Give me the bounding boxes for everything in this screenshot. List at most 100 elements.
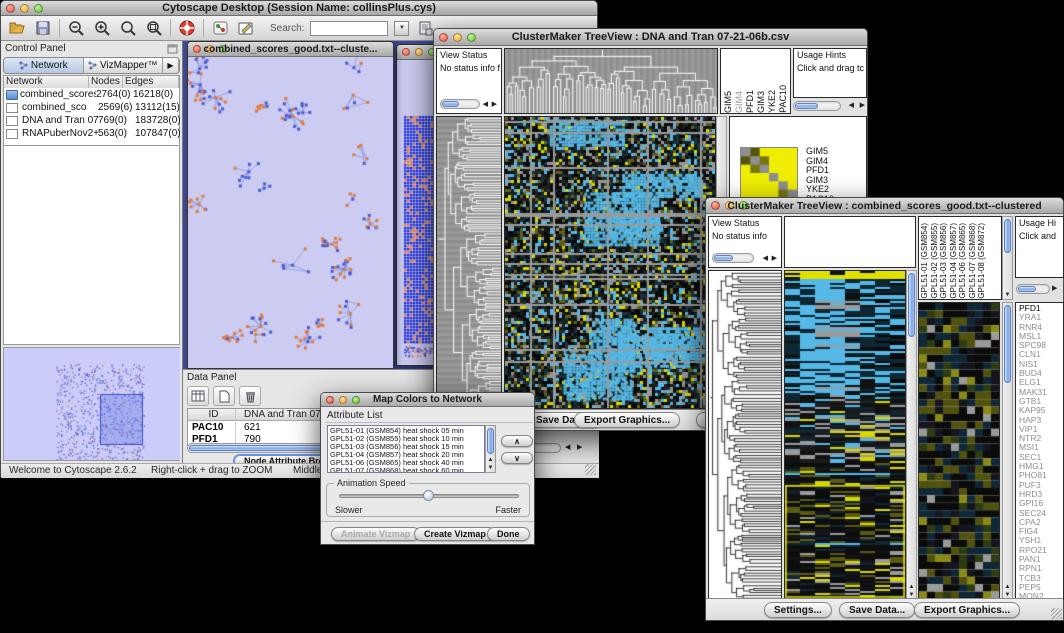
scroll-right-icon[interactable]: ▶ xyxy=(1052,284,1058,294)
close-button[interactable] xyxy=(402,48,410,56)
scrollbar-thumb[interactable] xyxy=(487,428,494,454)
scroll-left-icon[interactable]: ◀ xyxy=(763,254,769,264)
scrollbar-thumb[interactable] xyxy=(1004,219,1011,253)
done-button[interactable]: Done xyxy=(487,527,530,541)
network-tree-row[interactable]: DNA and Tran 07 769(0) 183728(0) xyxy=(4,114,179,127)
scroll-up-icon[interactable]: ▲ xyxy=(907,584,916,591)
view-status-hscrollbar[interactable] xyxy=(712,253,754,263)
scroll-right-icon[interactable]: ▶ xyxy=(860,101,866,111)
network-tree-row[interactable]: RNAPuberNov2+| 563(0) 107847(0) xyxy=(4,127,179,140)
new-attribute-icon[interactable] xyxy=(213,386,235,406)
zoom-heatmap-thumbnail[interactable] xyxy=(740,147,798,199)
open-folder-icon[interactable] xyxy=(7,19,27,37)
annotation-icon[interactable] xyxy=(236,19,256,37)
zoom-heatmap-panel[interactable] xyxy=(918,302,1000,600)
scroll-left-icon[interactable]: ◀ xyxy=(849,101,855,111)
network-tree-row[interactable]: combined_sco 2569(6) 13112(15) xyxy=(4,101,179,114)
treeview2-titlebar[interactable]: ClusterMaker TreeView : combined_scores_… xyxy=(706,198,1063,214)
scroll-left-icon[interactable]: ◀ xyxy=(483,100,489,110)
column-labels-panel: GPL51-01 (GSM854)GPL51-02 (GSM855)GPL51-… xyxy=(918,216,1002,300)
heatmap-panel[interactable] xyxy=(504,116,716,409)
tab[interactable]: VizMapper™ xyxy=(84,58,164,73)
create-vizmap-button[interactable]: Create Vizmap xyxy=(414,527,496,541)
usage-hints-hscrollbar[interactable] xyxy=(793,101,841,111)
delete-attribute-icon[interactable] xyxy=(239,386,261,406)
network-view[interactable] xyxy=(188,57,393,368)
attribute-list-vscrollbar[interactable]: ▲ ▼ xyxy=(485,425,496,473)
scroll-up-icon[interactable]: ▲ xyxy=(486,457,495,464)
scroll-right-icon[interactable]: ▶ xyxy=(772,254,778,264)
scroll-up-icon[interactable]: ▲ xyxy=(1003,584,1012,591)
column-labels-vscrollbar[interactable]: ▼ xyxy=(1002,216,1013,300)
scroll-right-icon[interactable]: ▶ xyxy=(492,100,498,110)
scrollbar-thumb[interactable] xyxy=(1018,286,1036,292)
export-graphics-button[interactable]: Export Graphics... xyxy=(914,602,1020,618)
zoom-selected-icon[interactable] xyxy=(144,19,164,37)
scrollbar-thumb[interactable] xyxy=(1004,305,1011,383)
usage-hints-title: Usage Hi xyxy=(1016,217,1063,230)
zoom-out-icon[interactable] xyxy=(66,19,86,37)
search-dropdown-button[interactable]: ▼ xyxy=(394,21,409,36)
save-data-button[interactable]: Save Data... xyxy=(839,602,915,618)
slider-thumb[interactable] xyxy=(423,490,434,501)
column-label[interactable]: PFD1 xyxy=(745,90,755,113)
column-dendrogram-panel[interactable] xyxy=(784,216,916,268)
animate-vizmap-button[interactable]: Animate Vizmap xyxy=(331,527,420,541)
column-label[interactable]: GPL51-08 (GSM872) xyxy=(977,223,987,299)
usage-hints-hscrollbar[interactable] xyxy=(1016,284,1050,294)
column-label[interactable]: GPL51-03 (GSM856) xyxy=(939,223,949,299)
birdseye-view-panel[interactable] xyxy=(3,347,180,461)
scrollbar-thumb[interactable] xyxy=(908,273,915,337)
column-label[interactable]: GIM5 xyxy=(723,91,733,113)
view-status-hscrollbar[interactable] xyxy=(440,99,480,109)
dialog-titlebar[interactable]: Map Colors to Network xyxy=(321,393,534,407)
main-titlebar[interactable]: Cytoscape Desktop (Session Name: collins… xyxy=(1,1,597,16)
row-dendrogram-panel[interactable] xyxy=(436,116,502,409)
column-label[interactable]: GPL51-02 (GSM855) xyxy=(930,223,940,299)
column-label[interactable]: GIM3 xyxy=(756,91,766,113)
heatmap-vscrollbar[interactable]: ▲ ▼ xyxy=(906,270,917,600)
tab[interactable]: Network xyxy=(4,58,84,73)
settings-button[interactable]: Settings... xyxy=(764,602,832,618)
scrollbar-thumb[interactable] xyxy=(442,101,459,107)
scroll-down-icon[interactable]: ▼ xyxy=(486,465,495,472)
scrollbar-thumb[interactable] xyxy=(714,255,733,261)
help-lifesaver-icon[interactable] xyxy=(177,19,197,37)
float-panel-icon[interactable] xyxy=(167,44,178,54)
scrollbar-thumb[interactable] xyxy=(795,103,818,109)
column-label[interactable]: GPL51-01 (GSM854) xyxy=(920,223,930,299)
network-tree-empty-area xyxy=(3,146,180,345)
move-up-button[interactable]: ∧ xyxy=(501,435,533,447)
scroll-right-icon[interactable]: ▶ xyxy=(577,443,583,453)
scroll-left-icon[interactable]: ◀ xyxy=(565,443,571,453)
vizmapper-icon[interactable] xyxy=(210,19,230,37)
attribute-table-icon[interactable] xyxy=(187,386,209,406)
zoom-vscrollbar[interactable]: ▲ ▼ xyxy=(1002,302,1013,600)
search-input[interactable] xyxy=(310,21,388,36)
column-label[interactable]: GPL51-06 (GSM865) xyxy=(958,223,968,299)
scroll-arrows[interactable]: ▼ xyxy=(1003,292,1012,299)
column-label[interactable]: PAC10 xyxy=(778,85,788,113)
zoom-in-icon[interactable] xyxy=(92,19,112,37)
usage-hints-title: Usage Hints xyxy=(794,49,866,62)
attribute-list-item[interactable]: GPL51-07 (GSM868) heat shock 60 min xyxy=(330,467,482,473)
heatmap-panel[interactable] xyxy=(784,270,906,600)
resize-grip[interactable] xyxy=(1051,608,1062,619)
column-label[interactable]: YKE2 xyxy=(767,90,777,113)
export-graphics-button[interactable]: Export Graphics... xyxy=(574,412,680,428)
treeview1-titlebar[interactable]: ClusterMaker TreeView : DNA and Tran 07-… xyxy=(434,29,867,46)
move-down-button[interactable]: ∨ xyxy=(501,452,533,464)
column-label[interactable]: GPL51-07 (GSM868) xyxy=(968,223,978,299)
column-label[interactable]: GIM4 xyxy=(734,91,744,113)
save-icon[interactable] xyxy=(33,19,53,37)
zoom-fit-icon[interactable] xyxy=(118,19,138,37)
minimize-button[interactable] xyxy=(415,48,423,56)
column-dendrogram-panel[interactable] xyxy=(504,48,718,114)
row-dendrogram-panel[interactable] xyxy=(708,270,782,600)
control-panel: Control Panel Network VizMapper™ ▶ Netwo… xyxy=(1,41,183,463)
resize-grip[interactable] xyxy=(585,464,596,475)
tab-overflow-button[interactable]: ▶ xyxy=(163,58,179,73)
network-window-titlebar[interactable]: combined_scores_good.txt--cluste... xyxy=(188,42,393,57)
column-label[interactable]: GPL51-04 (GSM857) xyxy=(949,223,959,299)
network-tree-row[interactable]: combined_scores_ 2764(0) 16218(0) xyxy=(4,88,179,101)
